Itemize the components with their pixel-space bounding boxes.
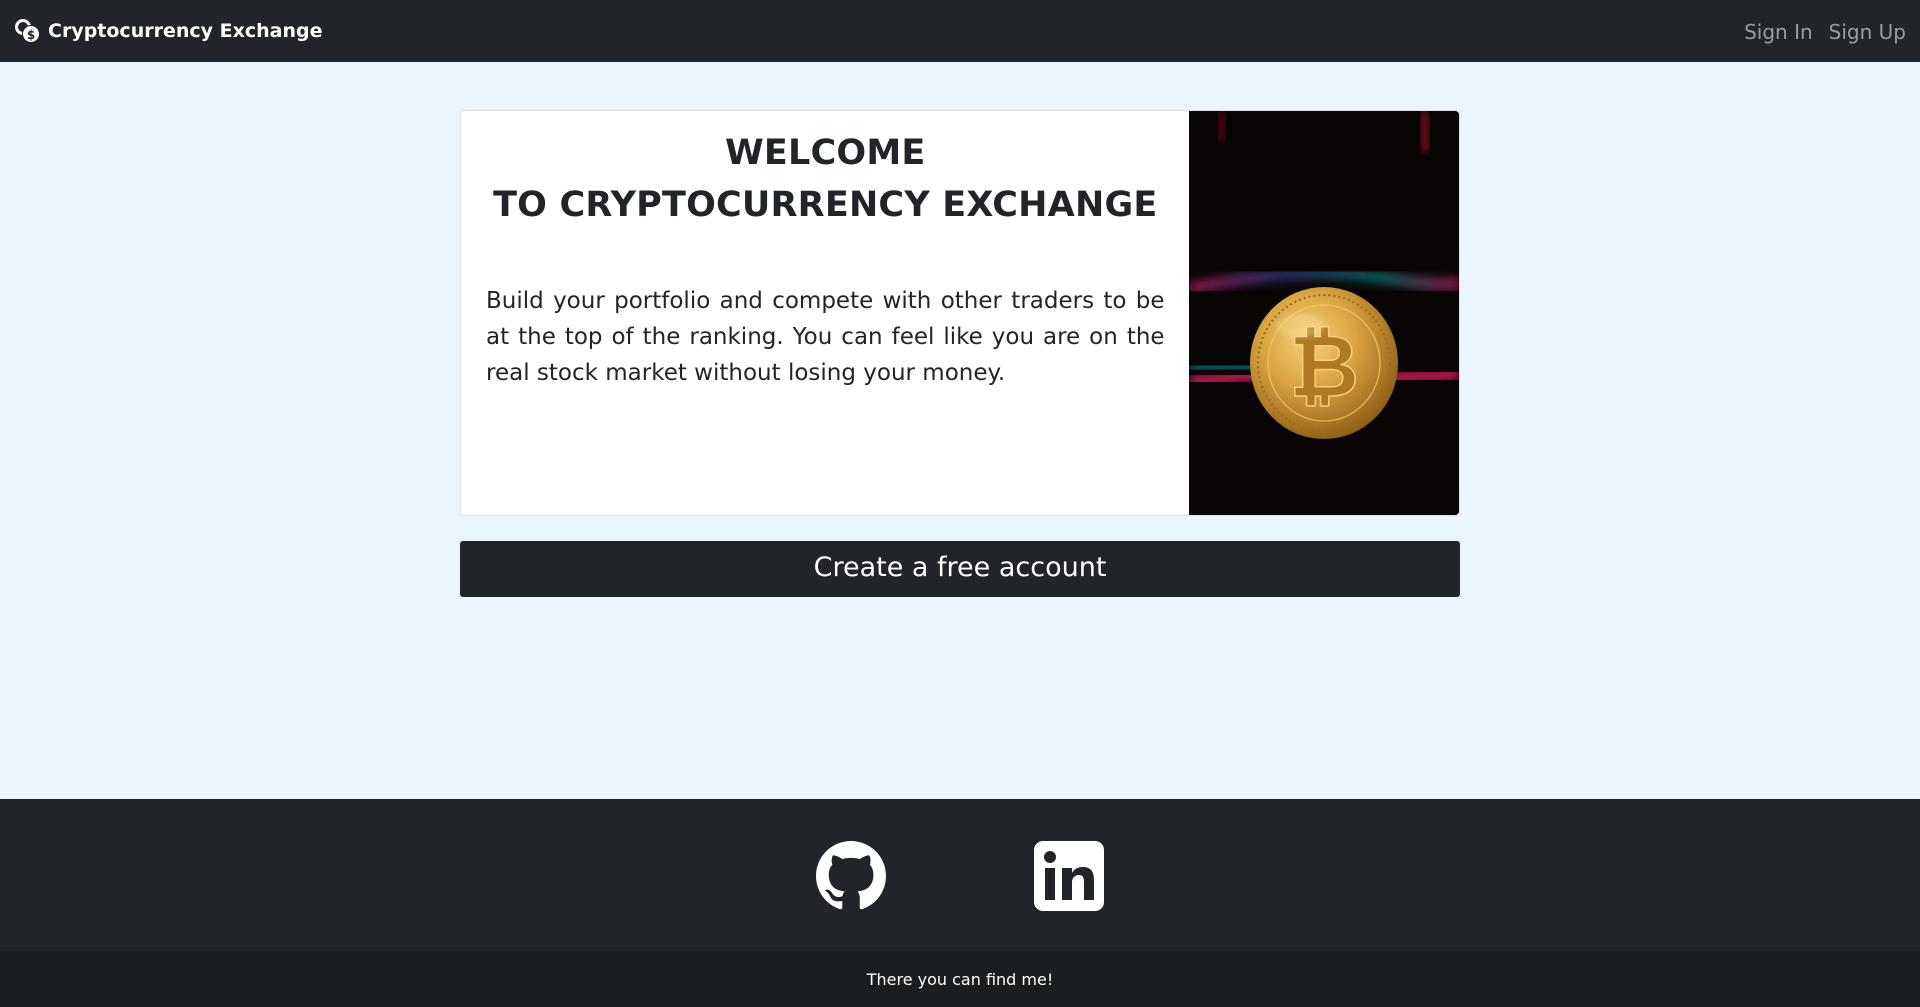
welcome-title: WELCOME TO CRYPTOCURRENCY EXCHANGE: [486, 127, 1165, 231]
nav-links: Sign In Sign Up: [1744, 20, 1906, 44]
coins-icon: $: [12, 15, 44, 47]
navbar: $ Cryptocurrency Exchange Sign In Sign U…: [0, 0, 1920, 62]
create-account-button[interactable]: Create a free account: [460, 541, 1460, 597]
sign-up-link[interactable]: Sign Up: [1829, 20, 1906, 44]
brand-link[interactable]: $ Cryptocurrency Exchange: [12, 15, 323, 47]
welcome-card-body: WELCOME TO CRYPTOCURRENCY EXCHANGE Build…: [461, 111, 1189, 515]
svg-text:$: $: [27, 28, 35, 42]
welcome-description: Build your portfolio and compete with ot…: [486, 288, 1165, 386]
footer: [0, 799, 1920, 951]
footer-caption: There you can find me!: [0, 951, 1920, 1007]
bitcoin-coin-image: ₿: [1188, 111, 1459, 515]
brand-label: Cryptocurrency Exchange: [48, 20, 323, 42]
sign-in-link[interactable]: Sign In: [1744, 20, 1813, 44]
welcome-title-line2: TO CRYPTOCURRENCY EXCHANGE: [493, 185, 1158, 225]
welcome-card: WELCOME TO CRYPTOCURRENCY EXCHANGE Build…: [460, 110, 1460, 516]
linkedin-icon[interactable]: [1034, 841, 1104, 911]
github-icon[interactable]: [816, 841, 886, 911]
welcome-title-line1: WELCOME: [725, 133, 926, 173]
